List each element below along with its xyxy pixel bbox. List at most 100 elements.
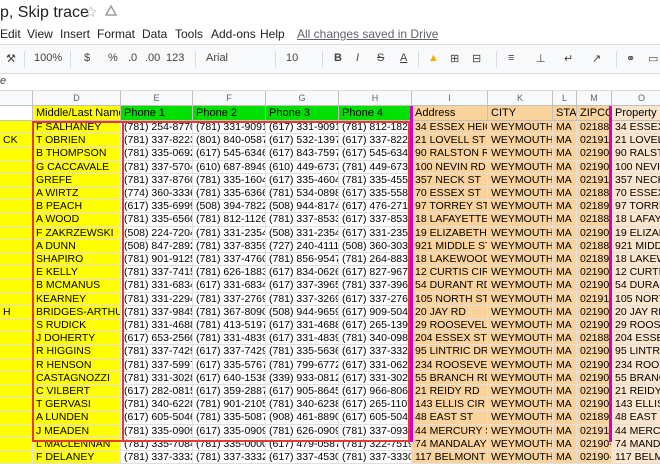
table-cell[interactable]: WEYMOUTH: [488, 173, 553, 187]
table-cell[interactable]: MA: [553, 266, 577, 280]
table-cell[interactable]: (617) 282-0815: [121, 385, 193, 399]
table-cell[interactable]: WEYMOUTH: [488, 187, 553, 201]
table-cell[interactable]: (781) 337-5997: [121, 358, 193, 372]
table-cell[interactable]: WEYMOUTH: [488, 319, 553, 333]
table-cell[interactable]: (781) 264-8833: [339, 253, 412, 267]
table-cell[interactable]: CASTAGNOZZI: [33, 371, 121, 385]
zoom-select[interactable]: 100%: [34, 52, 62, 64]
table-cell[interactable]: (781) 335-6366: [193, 187, 266, 201]
table-cell[interactable]: 100 NEVIN: [612, 160, 660, 174]
table-cell[interactable]: MA: [553, 398, 577, 412]
table-cell[interactable]: (781) 799-6772: [266, 358, 339, 372]
table-cell[interactable]: 02190-: [577, 319, 612, 333]
table-cell[interactable]: [0, 332, 33, 346]
menu-add-ons[interactable]: Add-ons: [211, 27, 256, 41]
table-cell[interactable]: 18 LAKEWOOD R: [412, 253, 488, 267]
table-cell[interactable]: WEYMOUTH: [488, 371, 553, 385]
table-cell[interactable]: MA: [553, 292, 577, 306]
table-cell[interactable]: 20 JAY RD: [612, 305, 660, 319]
table-cell[interactable]: 02190-: [577, 279, 612, 293]
table-cell[interactable]: (617) 331-0627: [339, 358, 412, 372]
table-cell[interactable]: (781) 331-6834: [121, 279, 193, 293]
column-letter-header[interactable]: I: [412, 91, 488, 106]
table-cell[interactable]: (781) 901-2105: [193, 398, 266, 412]
increase-decimal-button[interactable]: .00: [145, 52, 160, 64]
column-letter-header[interactable]: L: [553, 91, 577, 106]
table-cell[interactable]: MA: [553, 134, 577, 148]
table-cell[interactable]: 02190-: [577, 160, 612, 174]
borders-icon[interactable]: ⊞: [450, 52, 459, 65]
table-cell[interactable]: B PEACH: [33, 200, 121, 214]
table-cell[interactable]: (610) 687-8949: [193, 160, 266, 174]
table-cell[interactable]: 02188-: [577, 187, 612, 201]
bold-button[interactable]: B: [334, 52, 342, 64]
column-header-cell[interactable]: STAT: [553, 106, 577, 121]
menu-edit[interactable]: Edit: [0, 27, 21, 41]
table-cell[interactable]: (781) 337-3269: [266, 292, 339, 306]
table-cell[interactable]: 100 NEVIN RD: [412, 160, 488, 174]
table-cell[interactable]: WEYMOUTH: [488, 266, 553, 280]
table-cell[interactable]: (781) 337-7429: [121, 345, 193, 359]
table-cell[interactable]: 18 LAFAYETTE A: [412, 213, 488, 227]
table-cell[interactable]: (617) 331-4688: [266, 319, 339, 333]
table-cell[interactable]: WEYMOUTH: [488, 121, 553, 135]
table-cell[interactable]: 21 REIDY RD: [412, 385, 488, 399]
table-cell[interactable]: 921 MIDDLE ST: [412, 239, 488, 253]
table-cell[interactable]: (727) 240-4111: [266, 239, 339, 253]
table-cell[interactable]: (617) 337-8533: [339, 213, 412, 227]
table-cell[interactable]: 234 ROOSEVELT: [412, 358, 488, 372]
table-cell[interactable]: 95 LINTRI: [612, 345, 660, 359]
document-title[interactable]: p, Skip trace: [0, 4, 89, 22]
table-cell[interactable]: (781) 331-3028: [121, 371, 193, 385]
table-cell[interactable]: MA: [553, 345, 577, 359]
table-cell[interactable]: MA: [553, 358, 577, 372]
table-cell[interactable]: (617) 476-2716: [339, 200, 412, 214]
table-cell[interactable]: MA: [553, 173, 577, 187]
table-cell[interactable]: 02188-: [577, 121, 612, 135]
table-cell[interactable]: MA: [553, 253, 577, 267]
table-cell[interactable]: 02188-: [577, 239, 612, 253]
table-cell[interactable]: [0, 121, 33, 135]
save-status-link[interactable]: All changes saved in Drive: [297, 27, 438, 41]
table-cell[interactable]: 20 JAY RD: [412, 305, 488, 319]
table-cell[interactable]: MA: [553, 160, 577, 174]
table-cell[interactable]: (617) 337-3965: [266, 279, 339, 293]
table-cell[interactable]: F DELANEY: [33, 451, 121, 464]
table-cell[interactable]: WEYMOUTH: [488, 358, 553, 372]
table-cell[interactable]: (508) 847-2892: [121, 239, 193, 253]
table-cell[interactable]: [0, 385, 33, 399]
table-cell[interactable]: 44 MERCU: [612, 424, 660, 438]
table-cell[interactable]: WEYMOUTH: [488, 253, 553, 267]
table-cell[interactable]: MA: [553, 147, 577, 161]
table-cell[interactable]: (781) 413-5197: [193, 319, 266, 333]
table-cell[interactable]: (617) 335-4604: [266, 173, 339, 187]
table-cell[interactable]: WEYMOUTH: [488, 147, 553, 161]
table-cell[interactable]: J DOHERTY: [33, 332, 121, 346]
table-cell[interactable]: (617) 545-6346: [339, 147, 412, 161]
table-cell[interactable]: (508) 360-3038: [339, 239, 412, 253]
insert-comment-icon[interactable]: ▭: [648, 52, 658, 65]
menu-view[interactable]: View: [27, 27, 53, 41]
horizontal-align-icon[interactable]: ≡: [508, 52, 514, 64]
star-icon[interactable]: ☆: [84, 3, 97, 21]
table-cell[interactable]: 97 TORREY ST: [412, 200, 488, 214]
table-cell[interactable]: WEYMOUTH: [488, 424, 553, 438]
table-cell[interactable]: MA: [553, 200, 577, 214]
column-header-cell[interactable]: ZIPCO: [577, 106, 612, 121]
column-header-cell[interactable]: CITY: [488, 106, 553, 121]
column-header-cell[interactable]: [0, 106, 33, 121]
table-cell[interactable]: 02191-: [577, 292, 612, 306]
paint-format-icon[interactable]: ⚒: [6, 52, 16, 65]
table-cell[interactable]: 02191-: [577, 424, 612, 438]
table-cell[interactable]: 18 LAKEW: [612, 253, 660, 267]
table-cell[interactable]: (781) 340-6238: [266, 398, 339, 412]
table-cell[interactable]: WEYMOUTH: [488, 451, 553, 464]
table-cell[interactable]: 02189-: [577, 411, 612, 425]
table-cell[interactable]: (617) 265-1393: [339, 319, 412, 333]
table-cell[interactable]: 55 BRANC: [612, 371, 660, 385]
table-cell[interactable]: [0, 160, 33, 174]
table-cell[interactable]: [0, 279, 33, 293]
table-cell[interactable]: CK: [0, 134, 33, 148]
table-cell[interactable]: [0, 292, 33, 306]
table-cell[interactable]: (617) 337-8223: [339, 134, 412, 148]
